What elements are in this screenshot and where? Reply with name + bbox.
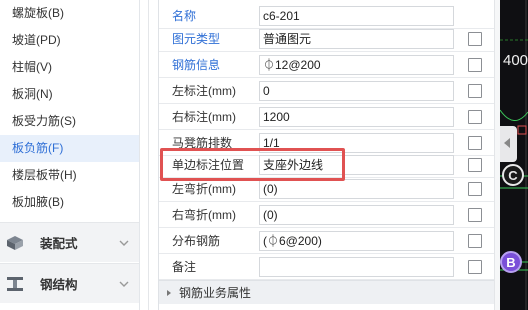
- property-value-input[interactable]: ⏀12@200: [259, 55, 454, 75]
- property-label: 左标注(mm): [172, 84, 236, 98]
- sidebar-item-slab-haunch[interactable]: 板加腋(B): [0, 189, 139, 216]
- property-row-element-type: 图元类型 普通图元: [159, 26, 495, 52]
- property-value-input[interactable]: (0): [259, 205, 454, 225]
- property-label[interactable]: 图元类型: [172, 26, 220, 52]
- property-checkbox[interactable]: [468, 58, 482, 72]
- property-row-rebar-info: 钢筋信息 ⏀12@200: [159, 52, 495, 78]
- component-sidebar: 螺旋板(B) 坡道(PD) 柱帽(V) 板洞(N) 板受力筋(S) 板负筋(F)…: [0, 0, 140, 310]
- section-header-rebar-business-props[interactable]: 钢筋业务属性: [159, 280, 495, 304]
- property-value-input[interactable]: 普通图元: [259, 29, 454, 49]
- property-checkbox[interactable]: [468, 182, 482, 196]
- property-value-input[interactable]: (⏀6@200): [259, 231, 454, 251]
- axis-marker-c: C: [502, 164, 524, 186]
- property-value-input[interactable]: 1/1: [259, 133, 454, 153]
- property-label: 左弯折(mm): [172, 182, 236, 196]
- steel-beam-icon: [4, 273, 26, 295]
- property-row-right-bend: 右弯折(mm) (0): [159, 202, 495, 228]
- property-row-left-dim: 左标注(mm) 0: [159, 78, 495, 104]
- sidebar-item-slab-main-rebar[interactable]: 板受力筋(S): [0, 108, 139, 135]
- property-checkbox[interactable]: [468, 208, 482, 222]
- sidebar-group-steel[interactable]: 钢结构: [0, 263, 139, 303]
- sidebar-item-slab-hole[interactable]: 板洞(N): [0, 81, 139, 108]
- cad-viewport[interactable]: 400 C B: [500, 0, 528, 310]
- sidebar-group-prefab[interactable]: 装配式: [0, 222, 139, 262]
- property-row-left-bend: 左弯折(mm) (0): [159, 176, 495, 202]
- property-value-input[interactable]: 1200: [259, 107, 454, 127]
- property-checkbox[interactable]: [468, 260, 482, 274]
- property-checkbox[interactable]: [468, 234, 482, 248]
- property-label: 分布钢筋: [172, 234, 221, 248]
- panel-splitter[interactable]: [140, 0, 158, 310]
- cad-dimension-text: 400: [503, 52, 528, 69]
- chevron-down-icon: [119, 236, 129, 250]
- property-label: 右弯折(mm): [172, 208, 236, 222]
- sidebar-item-column-cap[interactable]: 柱帽(V): [0, 54, 139, 81]
- property-value-input[interactable]: [259, 257, 454, 277]
- property-row-right-dim: 右标注(mm) 1200: [159, 104, 495, 130]
- property-checkbox[interactable]: [468, 32, 482, 46]
- property-checkbox[interactable]: [468, 84, 482, 98]
- property-value-input[interactable]: c6-201: [259, 6, 454, 26]
- property-label[interactable]: 钢筋信息: [172, 52, 220, 78]
- property-label: 备注: [172, 260, 197, 274]
- collapse-panel-tab[interactable]: [500, 126, 517, 162]
- chevron-down-icon: [119, 277, 129, 291]
- sidebar-item-floor-slab-strip[interactable]: 楼层板带(H): [0, 162, 139, 189]
- sidebar-group-label: 装配式: [40, 237, 78, 251]
- property-row-distribution-rebar: 分布钢筋 (⏀6@200): [159, 228, 495, 254]
- property-value-input[interactable]: (0): [259, 179, 454, 199]
- sidebar-group-label: 钢结构: [40, 278, 78, 292]
- property-value-input[interactable]: 支座外边线: [259, 155, 454, 175]
- property-label: 单边标注位置: [172, 158, 245, 172]
- sidebar-item-slab-negative-rebar[interactable]: 板负筋(F): [0, 135, 139, 162]
- property-panel: 名称 c6-201 图元类型 普通图元 钢筋信息 ⏀12@200 左标注(mm)…: [158, 0, 495, 310]
- sidebar-item-ramp[interactable]: 坡道(PD): [0, 27, 139, 54]
- property-checkbox[interactable]: [468, 110, 482, 124]
- property-value-input[interactable]: 0: [259, 81, 454, 101]
- property-checkbox[interactable]: [468, 158, 482, 172]
- property-label: 右标注(mm): [172, 110, 236, 124]
- section-label: 钢筋业务属性: [179, 286, 252, 300]
- divider: [148, 0, 149, 310]
- property-checkbox[interactable]: [468, 136, 482, 150]
- chevron-left-icon: [504, 138, 510, 148]
- sidebar-item-spiral-slab[interactable]: 螺旋板(B): [0, 0, 139, 27]
- property-row-remark: 备注: [159, 254, 495, 280]
- expand-arrow-icon: [167, 290, 171, 296]
- prefab-icon: [4, 232, 26, 254]
- axis-marker-b: B: [500, 251, 522, 273]
- property-row-single-side-dim-position: 单边标注位置 支座外边线: [159, 152, 495, 178]
